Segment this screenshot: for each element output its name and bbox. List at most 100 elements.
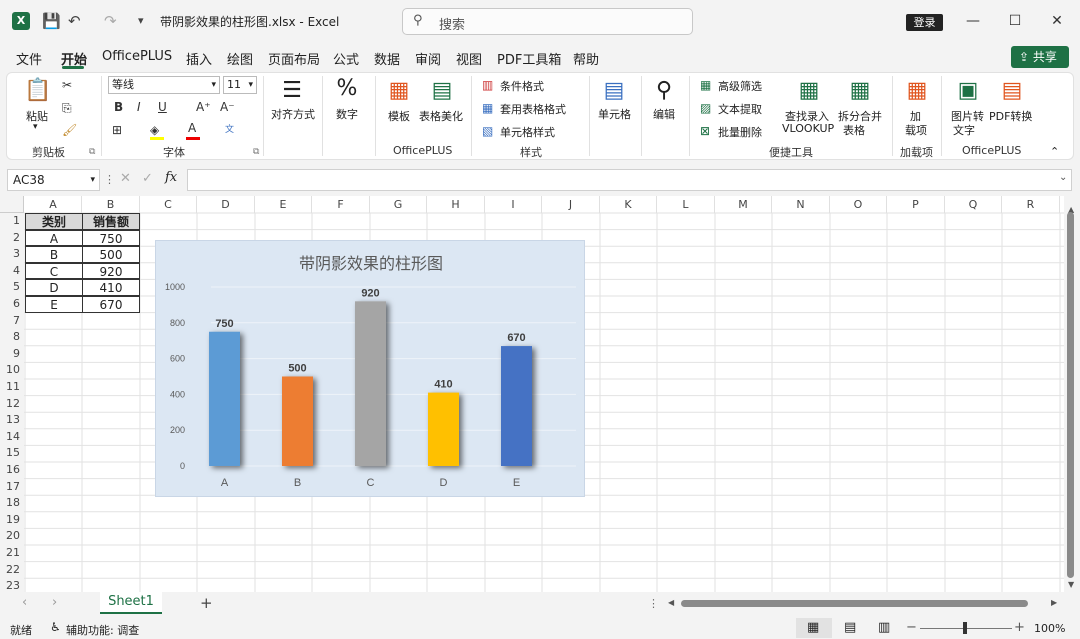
batch-delete-label[interactable]: 批量删除 — [718, 124, 762, 140]
column-header-o[interactable]: O — [830, 196, 887, 213]
cell-style-icon[interactable]: ▧ — [482, 124, 493, 138]
table-header-category[interactable]: 类别 — [25, 213, 83, 230]
column-header-g[interactable]: G — [370, 196, 427, 213]
scroll-right-icon[interactable]: ▶ — [1051, 598, 1057, 607]
page-break-view-icon[interactable]: ▥ — [878, 620, 890, 635]
next-sheet-icon[interactable]: › — [52, 595, 57, 610]
row-header-1[interactable]: 1 — [0, 213, 24, 230]
tab-insert[interactable]: 插入 — [186, 49, 212, 68]
alignment-label[interactable]: 对齐方式 — [271, 106, 315, 122]
template-label[interactable]: 模板 — [388, 108, 410, 124]
column-header-k[interactable]: K — [600, 196, 657, 213]
beautify-table-icon[interactable]: ▤ — [428, 78, 456, 104]
table-cell-category[interactable]: D — [25, 279, 83, 296]
chart-bar-b[interactable] — [282, 376, 313, 467]
horizontal-scroll-thumb[interactable] — [681, 600, 1028, 607]
font-launcher-icon[interactable]: ⧉ — [253, 147, 259, 157]
row-header-3[interactable]: 3 — [0, 246, 24, 263]
normal-view-icon[interactable]: ▦ — [807, 620, 819, 635]
confirm-entry-icon[interactable]: ✓ — [142, 171, 153, 186]
column-header-a[interactable]: A — [25, 196, 82, 213]
close-button[interactable]: ✕ — [1042, 9, 1072, 33]
customize-qat-icon[interactable]: ▾ — [138, 12, 144, 30]
row-header-20[interactable]: 20 — [0, 528, 24, 545]
number-label[interactable]: 数字 — [336, 106, 358, 122]
row-header-8[interactable]: 8 — [0, 329, 24, 346]
editing-label[interactable]: 编辑 — [653, 106, 675, 122]
row-header-15[interactable]: 15 — [0, 445, 24, 462]
phonetic-icon[interactable]: 文 — [225, 123, 234, 137]
advanced-filter-icon[interactable]: ▦ — [700, 78, 711, 92]
image-to-text-icon[interactable]: ▣ — [954, 78, 982, 104]
row-header-17[interactable]: 17 — [0, 479, 24, 496]
grow-font-icon[interactable]: A⁺ — [196, 100, 211, 114]
cells-icon[interactable]: ▤ — [600, 78, 628, 104]
template-icon[interactable]: ▦ — [385, 78, 413, 104]
table-cell-category[interactable]: E — [25, 296, 83, 313]
undo-icon[interactable]: ↶ — [68, 12, 81, 30]
bar-chart[interactable]: 带阴影效果的柱形图 0 200 400 600 800 1000 750 A 500 B 920 C 4… — [155, 240, 585, 497]
tab-draw[interactable]: 绘图 — [227, 49, 253, 68]
more-options-icon[interactable]: ⋮ — [104, 173, 115, 186]
shrink-font-icon[interactable]: A⁻ — [220, 100, 235, 114]
image-to-text-label-2[interactable]: 文字 — [953, 122, 975, 138]
row-header-22[interactable]: 22 — [0, 562, 24, 579]
font-color-icon[interactable]: A — [188, 121, 196, 135]
tab-review[interactable]: 审阅 — [415, 49, 441, 68]
redo-icon[interactable]: ↷ — [104, 12, 117, 30]
accessibility-status[interactable]: 辅助功能: 调查 — [66, 622, 139, 638]
chart-bar-d[interactable] — [428, 392, 459, 466]
fill-color-icon[interactable]: ◈ — [150, 123, 159, 137]
chart-bar-a[interactable] — [209, 331, 240, 466]
number-format-icon[interactable]: % — [333, 76, 361, 102]
row-header-14[interactable]: 14 — [0, 429, 24, 446]
paste-icon[interactable]: 📋 — [24, 78, 52, 104]
beautify-table-label[interactable]: 表格美化 — [419, 108, 463, 124]
copy-icon[interactable]: ⎘ — [62, 101, 72, 115]
login-button[interactable]: 登录 — [906, 14, 943, 31]
accessibility-icon[interactable]: ♿ — [50, 620, 61, 634]
row-header-19[interactable]: 19 — [0, 512, 24, 529]
table-cell-sales[interactable]: 920 — [82, 262, 140, 280]
name-box[interactable]: AC38 ▾ — [7, 169, 100, 191]
cut-icon[interactable]: ✂ — [62, 78, 72, 92]
select-all-corner[interactable] — [0, 196, 24, 213]
column-header-h[interactable]: H — [427, 196, 485, 213]
pdf-convert-icon[interactable]: ▤ — [998, 78, 1026, 104]
row-header-21[interactable]: 21 — [0, 545, 24, 562]
tab-view[interactable]: 视图 — [456, 49, 482, 68]
save-icon[interactable]: 💾 — [42, 12, 61, 30]
zoom-slider-thumb[interactable] — [963, 622, 967, 634]
format-painter-icon[interactable]: 🖌 — [62, 123, 77, 137]
minimize-button[interactable]: — — [958, 9, 988, 33]
column-header-m[interactable]: M — [715, 196, 772, 213]
split-merge-icon[interactable]: ▦ — [846, 78, 874, 104]
tab-data[interactable]: 数据 — [374, 49, 400, 68]
column-header-j[interactable]: J — [542, 196, 600, 213]
alignment-icon[interactable]: ☰ — [278, 78, 306, 104]
chart-bar-c[interactable] — [355, 301, 386, 466]
cells-label[interactable]: 单元格 — [598, 106, 631, 122]
conditional-format-label[interactable]: 条件格式 — [500, 78, 544, 94]
column-header-i[interactable]: I — [485, 196, 542, 213]
column-header-d[interactable]: D — [197, 196, 255, 213]
table-cell-sales[interactable]: 500 — [82, 246, 140, 263]
row-header-7[interactable]: 7 — [0, 313, 24, 330]
tab-officeplus[interactable]: OfficePLUS — [102, 49, 172, 64]
italic-icon[interactable]: I — [137, 100, 141, 114]
border-icon[interactable]: ⊞ — [112, 123, 122, 137]
vertical-scroll-thumb[interactable] — [1067, 212, 1074, 578]
add-sheet-icon[interactable]: + — [200, 594, 213, 612]
column-header-q[interactable]: Q — [945, 196, 1002, 213]
expand-formula-icon[interactable]: ⌄ — [1059, 172, 1067, 183]
tab-help[interactable]: 帮助 — [573, 49, 599, 68]
row-header-18[interactable]: 18 — [0, 495, 24, 512]
table-cell-sales[interactable]: 750 — [82, 229, 140, 247]
tab-file[interactable]: 文件 — [16, 49, 42, 68]
row-header-13[interactable]: 13 — [0, 412, 24, 429]
zoom-in-icon[interactable]: + — [1014, 620, 1025, 635]
table-cell-sales[interactable]: 410 — [82, 279, 140, 296]
zoom-out-icon[interactable]: − — [906, 620, 917, 635]
row-header-4[interactable]: 4 — [0, 263, 24, 280]
addin-icon[interactable]: ▦ — [903, 78, 931, 104]
